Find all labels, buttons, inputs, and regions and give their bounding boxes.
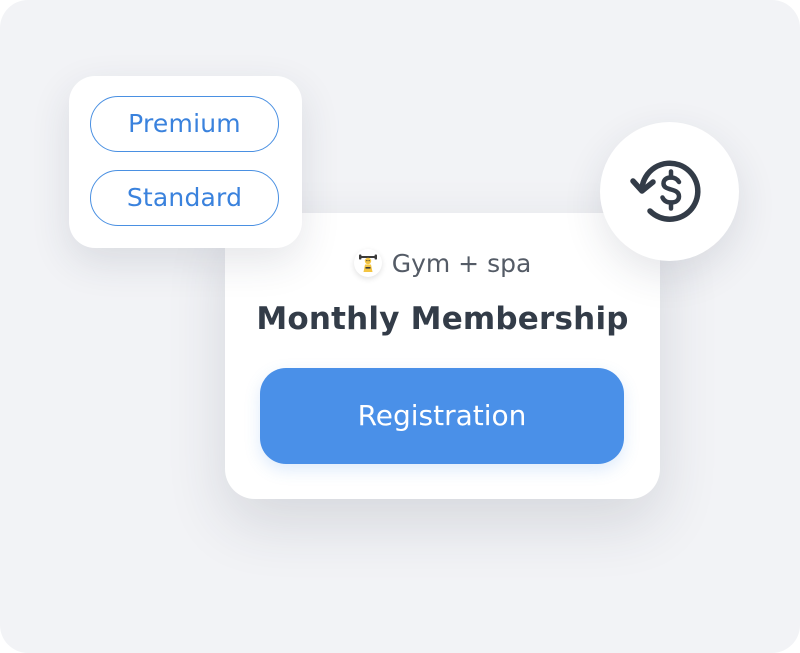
- illustration-canvas: Gym + spa Monthly Membership Registratio…: [0, 0, 800, 653]
- refund-badge: [600, 122, 739, 261]
- brand-name: Gym + spa: [391, 248, 532, 278]
- brand-row: Gym + spa: [225, 243, 660, 283]
- membership-card: Gym + spa Monthly Membership Registratio…: [225, 213, 660, 499]
- plan-option-premium[interactable]: Premium: [90, 96, 279, 152]
- plan-option-standard[interactable]: Standard: [90, 170, 279, 226]
- registration-button[interactable]: Registration: [260, 368, 624, 464]
- plan-options-card: Premium Standard: [69, 76, 302, 248]
- gym-mascot-logo-icon: [353, 249, 382, 277]
- membership-title: Monthly Membership: [256, 301, 629, 337]
- refund-dollar-icon: [629, 160, 701, 222]
